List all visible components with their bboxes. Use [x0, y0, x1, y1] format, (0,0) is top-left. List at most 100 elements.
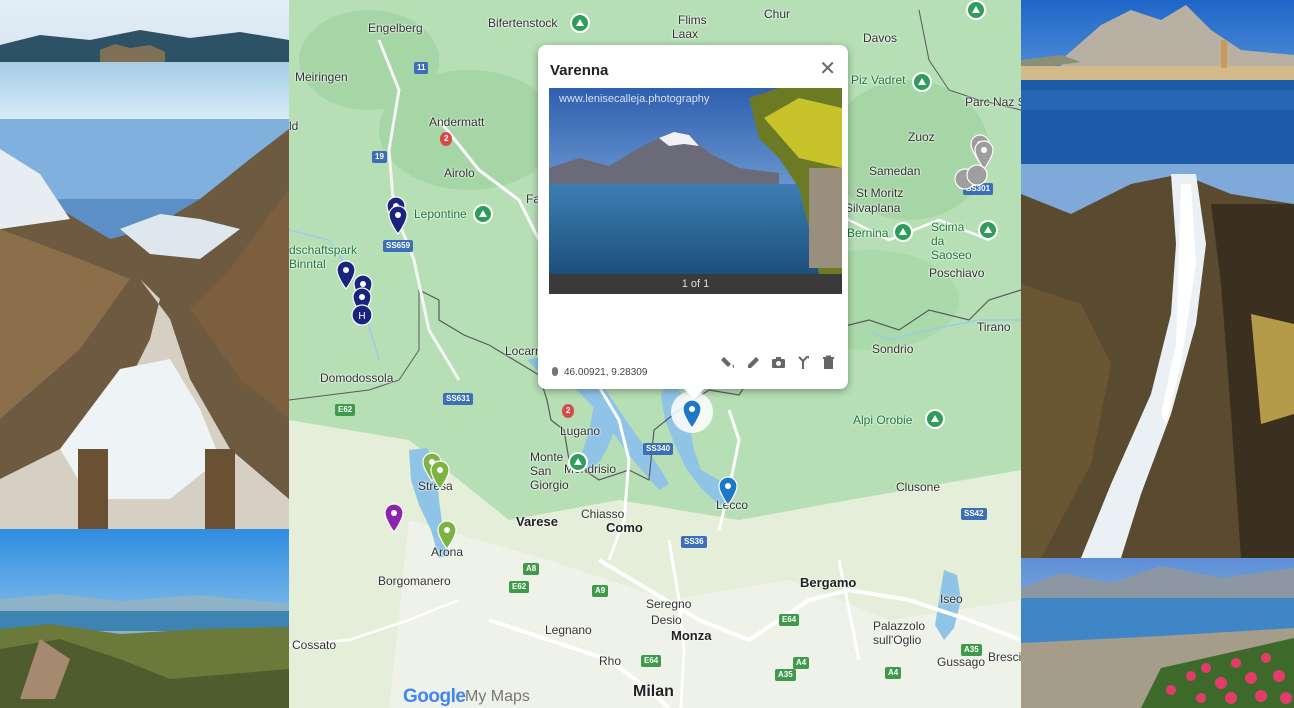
marker-pin[interactable] — [387, 205, 409, 235]
place-label: Silvaplana — [845, 201, 901, 215]
place-label: Gussago — [937, 655, 986, 669]
coordinates: 46.00921, 9.28309 — [552, 367, 647, 378]
place-label: ld — [289, 119, 299, 133]
delete-icon[interactable] — [821, 355, 836, 370]
place-label: Bifertenstock — [488, 16, 558, 30]
google-logo: Google — [403, 686, 466, 707]
popup-title: Varenna — [550, 62, 609, 79]
place-label: Samedan — [869, 164, 921, 178]
place-label: Domodossola — [320, 371, 394, 385]
place-label: Desio — [651, 613, 682, 627]
park-icon[interactable] — [912, 72, 932, 92]
road-shield: E62 — [509, 581, 530, 593]
place-label: Palazzolo sull'Oglio — [873, 619, 926, 647]
place-label: Sondrio — [872, 342, 914, 356]
svg-text:H: H — [358, 311, 365, 322]
place-label: Legnano — [545, 623, 592, 637]
park-icon[interactable] — [966, 0, 986, 20]
road-shield: E64 — [641, 655, 662, 667]
road-shield: SS340 — [643, 443, 674, 455]
place-label: Iseo — [940, 592, 963, 606]
place-label: Scima da Saoseo — [931, 220, 972, 262]
park-icon[interactable] — [978, 220, 998, 240]
coordinates-text: 46.00921, 9.28309 — [564, 367, 648, 378]
place-label: Milan — [633, 683, 674, 700]
place-label: Andermatt — [429, 115, 485, 129]
selected-marker-pin[interactable] — [681, 399, 703, 429]
place-label: Engelberg — [368, 21, 423, 35]
park-icon[interactable] — [473, 204, 493, 224]
place-label: Cossato — [292, 638, 337, 652]
directions-icon[interactable] — [796, 355, 811, 370]
road-shield: E64 — [779, 614, 800, 626]
place-label: Bresci — [988, 650, 1021, 664]
place-label: Locarn — [505, 344, 542, 358]
place-label: Flims — [678, 13, 707, 27]
road-shield: SS631 — [443, 393, 474, 405]
place-label: Varese — [516, 514, 558, 529]
road-shield: A35 — [775, 669, 796, 681]
road-shield: A4 — [793, 657, 810, 669]
mymaps-label: My Maps — [465, 688, 530, 705]
info-popup: Varenna ✕ www.lenisecalleja.photography … — [538, 45, 848, 399]
park-icon[interactable] — [925, 409, 945, 429]
place-label: Rho — [599, 654, 622, 668]
place-label: Lugano — [560, 424, 601, 438]
road-shield: SS659 — [383, 240, 414, 252]
road-shield: A9 — [592, 585, 609, 597]
road-shield: E62 — [335, 404, 356, 416]
place-label: Seregno — [646, 597, 692, 611]
marker-pin[interactable] — [429, 460, 451, 490]
marker-pin[interactable] — [383, 503, 405, 533]
place-label: Chur — [764, 7, 791, 21]
left-photo-strip — [0, 0, 289, 708]
right-photo-strip — [1021, 0, 1294, 708]
road-shield: 11 — [414, 62, 429, 74]
place-label: Monza — [671, 628, 712, 643]
place-label: Airolo — [444, 166, 475, 180]
road-shield: A35 — [961, 644, 982, 656]
road-shield: 19 — [372, 151, 387, 163]
marker-pin[interactable] — [717, 476, 739, 506]
road-shield: A4 — [885, 667, 902, 679]
park-icon[interactable] — [570, 13, 590, 33]
place-label: Como — [606, 520, 643, 535]
park-icon[interactable] — [893, 222, 913, 242]
close-icon[interactable]: ✕ — [819, 59, 836, 79]
road-shield: A8 — [523, 563, 540, 575]
place-label: Alpi Orobie — [853, 413, 913, 427]
place-label: Lepontine — [414, 207, 467, 221]
marker-pin[interactable] — [436, 520, 458, 550]
place-label: Clusone — [896, 480, 941, 494]
place-label: Piz Vadret — [851, 73, 906, 87]
place-label: Parc Naz Svizz — [965, 95, 1021, 109]
style-icon[interactable] — [721, 355, 736, 370]
place-label: Poschiavo — [929, 266, 985, 280]
popup-toolbar — [721, 355, 836, 370]
place-label: Zuoz — [908, 130, 935, 144]
place-label: Davos — [863, 31, 898, 45]
marker-pin[interactable] — [966, 162, 988, 192]
place-label: Borgomanero — [378, 574, 451, 588]
photo-pager: 1 of 1 — [549, 274, 842, 294]
road-shield: SS36 — [681, 536, 707, 548]
place-label: Laax — [672, 27, 699, 41]
photo-lake-panorama — [0, 529, 289, 708]
photo-lake-town — [1021, 0, 1294, 164]
place-label: dschaftspark Binntal — [289, 243, 358, 271]
park-icon[interactable] — [568, 452, 588, 472]
photo-watermark: www.lenisecalleja.photography — [559, 93, 710, 105]
popup-photo[interactable]: www.lenisecalleja.photography 1 of 1 — [549, 88, 842, 294]
photo-lake-island — [0, 0, 289, 119]
place-label: Chiasso — [581, 507, 625, 521]
marker-pin[interactable]: H — [351, 302, 373, 332]
photo-lake-tulips — [1021, 558, 1294, 708]
place-label: Bernina — [847, 226, 889, 240]
location-pin-icon — [552, 367, 558, 376]
photo-mountain-stream — [0, 119, 289, 529]
edit-icon[interactable] — [746, 355, 761, 370]
camera-icon[interactable] — [771, 355, 786, 370]
place-label: St Moritz — [856, 186, 904, 200]
place-label: Tirano — [977, 320, 1011, 334]
road-shield: SS42 — [961, 508, 987, 520]
